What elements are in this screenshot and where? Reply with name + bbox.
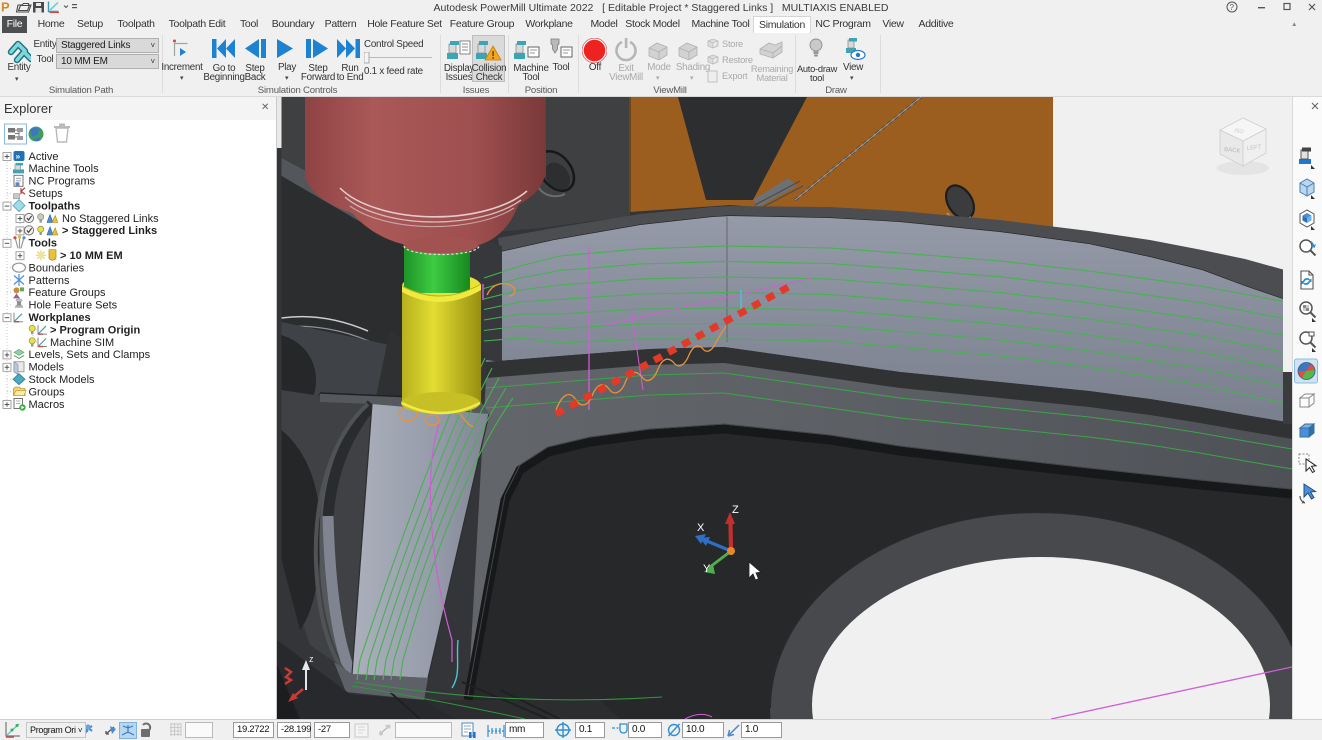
svg-text:Macros: Macros: [29, 399, 66, 411]
svg-text:Levels, Sets and Clamps: Levels, Sets and Clamps: [29, 349, 151, 361]
svg-text:NC Programs: NC Programs: [29, 176, 96, 188]
svg-text:z: z: [309, 654, 314, 664]
svg-text:Active: Active: [29, 151, 59, 163]
svg-text:Y: Y: [703, 563, 711, 575]
svg-text:Models: Models: [29, 362, 65, 374]
svg-text:Boundaries: Boundaries: [29, 262, 85, 274]
svg-text:Groups: Groups: [29, 386, 66, 398]
svg-text:No Staggered Links: No Staggered Links: [62, 213, 159, 225]
svg-text:Tools: Tools: [29, 238, 58, 250]
svg-text:> Staggered Links: > Staggered Links: [62, 225, 157, 237]
svg-text:Machine SIM: Machine SIM: [50, 337, 114, 349]
svg-text:Stock Models: Stock Models: [29, 374, 96, 386]
svg-text:Feature Groups: Feature Groups: [29, 287, 107, 299]
svg-text:> Program Origin: > Program Origin: [50, 324, 140, 336]
svg-text:Setups: Setups: [29, 188, 64, 200]
svg-text:Toolpaths: Toolpaths: [29, 200, 81, 212]
svg-text:Workplanes: Workplanes: [29, 312, 91, 324]
svg-text:»: »: [16, 151, 21, 161]
svg-text:Patterns: Patterns: [29, 275, 70, 287]
svg-text:> 10 MM EM: > 10 MM EM: [60, 250, 123, 262]
svg-text:Hole Feature Sets: Hole Feature Sets: [29, 300, 118, 312]
svg-text:?: ?: [1230, 3, 1235, 12]
svg-text:X: X: [697, 522, 705, 534]
svg-text:Machine Tools: Machine Tools: [29, 163, 100, 175]
svg-text:Z: Z: [732, 504, 739, 516]
